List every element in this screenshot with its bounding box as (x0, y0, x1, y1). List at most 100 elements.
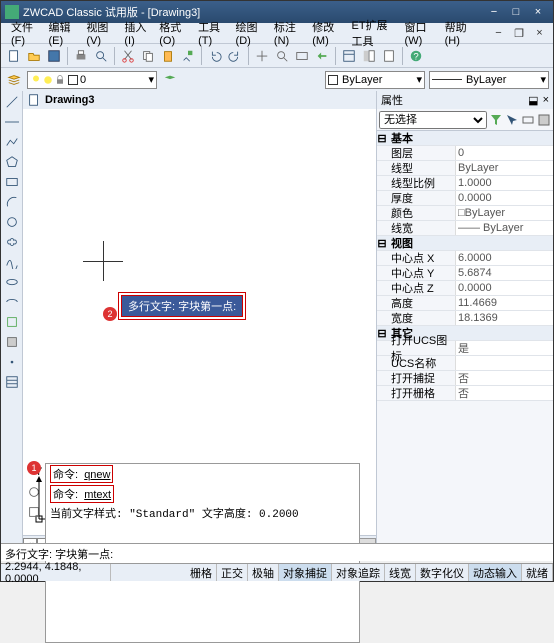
menu-format[interactable]: 格式(O) (153, 17, 192, 49)
sb-osnap[interactable]: 对象捕捉 (279, 564, 332, 581)
freeze-icon (42, 74, 54, 86)
menu-file[interactable]: 文件(F) (5, 17, 42, 49)
lock-icon (54, 74, 66, 86)
menu-tools[interactable]: 工具(T) (192, 17, 229, 49)
color-dropdown[interactable]: ByLayer ▾ (325, 71, 425, 89)
cut-icon[interactable] (119, 47, 137, 65)
lineweight-preview (432, 79, 462, 80)
close-button[interactable]: × (527, 4, 549, 20)
toolpalette-icon[interactable] (380, 47, 398, 65)
hatch-icon[interactable] (3, 373, 21, 391)
menu-help[interactable]: 帮助(H) (439, 17, 477, 49)
revcloud-icon[interactable] (3, 233, 21, 251)
chevron-down-icon: ▾ (540, 73, 546, 86)
selection-dropdown[interactable]: 无选择 (379, 111, 487, 129)
cmd-icon-2[interactable] (25, 483, 43, 501)
doc-icon (27, 93, 41, 107)
minimize-button[interactable]: − (483, 4, 505, 20)
properties-panel: 属性 ⬓ × 无选择 ⊟基本 图层0 线型ByLayer 线型比例1.0000 … (376, 91, 553, 553)
arc-icon[interactable] (3, 193, 21, 211)
svg-text:?: ? (413, 51, 418, 62)
spline-icon[interactable] (3, 253, 21, 271)
layerprev-icon[interactable] (161, 71, 179, 89)
xline-icon[interactable] (3, 113, 21, 131)
maximize-button[interactable]: □ (505, 4, 527, 20)
sb-tablet[interactable]: 数字化仪 (416, 564, 469, 581)
open-icon[interactable] (25, 47, 43, 65)
menubar: 文件(F) 编辑(E) 视图(V) 插入(I) 格式(O) 工具(T) 绘图(D… (1, 23, 553, 43)
quickselect-icon[interactable] (489, 113, 503, 127)
color-swatch (68, 75, 78, 85)
menu-insert[interactable]: 插入(I) (118, 17, 153, 49)
dynamic-prompt: 多行文字: 字块第一点: (121, 295, 243, 317)
polygon-icon[interactable] (3, 153, 21, 171)
toggle-icon[interactable] (521, 113, 535, 127)
sb-grid[interactable]: 栅格 (186, 564, 217, 581)
preview-icon[interactable] (92, 47, 110, 65)
color-swatch (328, 75, 338, 85)
designcenter-icon[interactable] (360, 47, 378, 65)
lineweight-dropdown[interactable]: ByLayer ▾ (429, 71, 549, 89)
quickcalc-icon[interactable] (537, 113, 551, 127)
rectangle-icon[interactable] (3, 173, 21, 191)
redo-icon[interactable] (226, 47, 244, 65)
command-input[interactable]: 多行文字: 字块第一点: (1, 543, 553, 561)
callout-badge-2: 2 (103, 307, 117, 321)
pline-icon[interactable] (3, 133, 21, 151)
menu-edit[interactable]: 编辑(E) (42, 17, 80, 49)
bulb-icon (30, 74, 42, 86)
doc-restore-button[interactable]: ❐ (508, 25, 530, 41)
circle-icon[interactable] (3, 213, 21, 231)
undo-icon[interactable] (206, 47, 224, 65)
layer-name: 0 (80, 74, 86, 86)
sb-polar[interactable]: 极轴 (248, 564, 279, 581)
status-bar: 2.2944, 4.1848, 0.0000 栅格 正交 极轴 对象捕捉 对象追… (1, 563, 553, 581)
block-icon[interactable] (3, 333, 21, 351)
insert-icon[interactable] (3, 313, 21, 331)
sb-ready: 就绪 (522, 564, 553, 581)
doc-title: Drawing3 (45, 94, 95, 106)
zoomprev-icon[interactable] (313, 47, 331, 65)
chevron-down-icon: ▾ (148, 73, 154, 86)
new-icon[interactable] (5, 47, 23, 65)
layer-toolbar: 0 ▾ ByLayer ▾ ByLayer ▾ (1, 67, 553, 91)
pickobj-icon[interactable] (505, 113, 519, 127)
help-icon[interactable]: ? (407, 47, 425, 65)
menu-dim[interactable]: 标注(N) (268, 17, 306, 49)
callout-badge-1: 1 (27, 461, 41, 475)
menu-draw[interactable]: 绘图(D) (230, 17, 268, 49)
document-title-bar: Drawing3 (23, 91, 376, 109)
doc-minimize-button[interactable]: − (489, 25, 508, 41)
layer-dropdown[interactable]: 0 ▾ (27, 71, 157, 89)
print-icon[interactable] (72, 47, 90, 65)
matchprop-icon[interactable] (179, 47, 197, 65)
sb-dyn[interactable]: 动态输入 (469, 564, 522, 581)
coords-readout[interactable]: 2.2944, 4.1848, 0.0000 (1, 564, 111, 581)
properties-icon[interactable] (340, 47, 358, 65)
paste-icon[interactable] (159, 47, 177, 65)
panel-close-icon[interactable]: × (543, 94, 549, 106)
ellipse-icon[interactable] (3, 273, 21, 291)
properties-title: 属性 (381, 92, 403, 108)
pin-icon[interactable]: ⬓ (528, 94, 538, 107)
menu-modify[interactable]: 修改(M) (306, 17, 345, 49)
ellipsearc-icon[interactable] (3, 293, 21, 311)
copy-icon[interactable] (139, 47, 157, 65)
chevron-down-icon: ▾ (416, 73, 422, 86)
sb-lwt[interactable]: 线宽 (385, 564, 416, 581)
layermgr-icon[interactable] (5, 71, 23, 89)
zoom-icon[interactable] (273, 47, 291, 65)
line-icon[interactable] (3, 93, 21, 111)
sb-otrack[interactable]: 对象追踪 (332, 564, 385, 581)
menu-window[interactable]: 窗口(W) (399, 17, 439, 49)
cmd-icon-3[interactable] (25, 503, 43, 521)
save-icon[interactable] (45, 47, 63, 65)
zoomwin-icon[interactable] (293, 47, 311, 65)
menu-view[interactable]: 视图(V) (80, 17, 118, 49)
draw-toolbar (1, 91, 23, 553)
sb-ortho[interactable]: 正交 (217, 564, 248, 581)
doc-close-button[interactable]: × (530, 25, 549, 41)
point-icon[interactable] (3, 353, 21, 371)
properties-grid: ⊟基本 图层0 线型ByLayer 线型比例1.0000 厚度0.0000 颜色… (377, 131, 553, 553)
pan-icon[interactable] (253, 47, 271, 65)
